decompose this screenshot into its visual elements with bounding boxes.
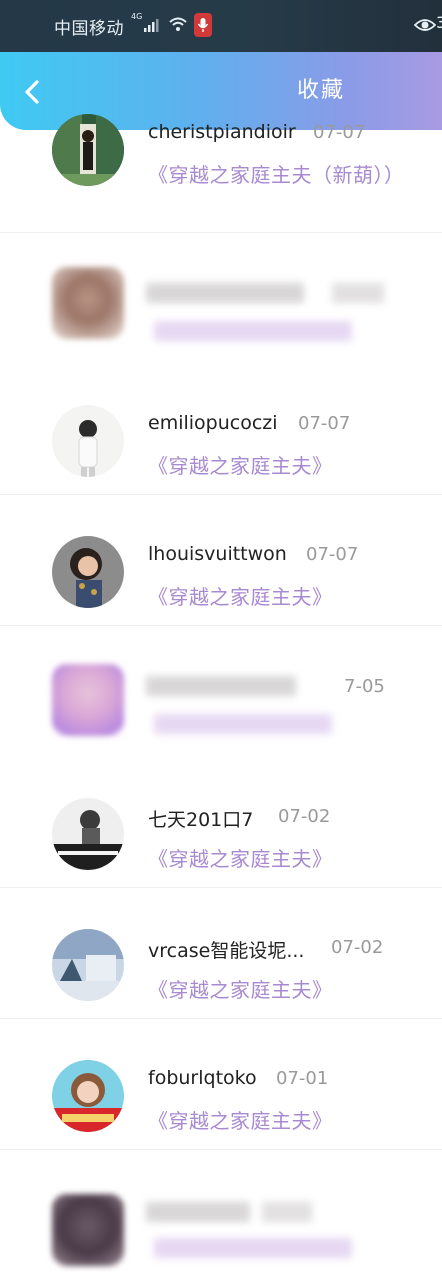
favorite-item-redacted[interactable]: 7-05 [0, 626, 442, 757]
username[interactable]: vrcase智能设坭... [148, 936, 304, 963]
status-bar: 中国移动 4G 3 [0, 0, 442, 52]
carrier-label: 中国移动 [54, 19, 124, 39]
username[interactable]: emiliopucoczi [148, 412, 278, 434]
redacted-avatar [52, 267, 124, 339]
favorite-item[interactable]: emiliopucoczi 07-07 《穿越之家庭主夫》 [0, 364, 442, 495]
username[interactable]: cheristpiandioir [148, 121, 296, 143]
redacted-book [154, 714, 332, 734]
wifi-icon [169, 17, 187, 31]
book-title-link[interactable]: 《穿越之家庭主夫（新葫）） [148, 159, 405, 188]
book-title-link[interactable]: 《穿越之家庭主夫》 [148, 450, 333, 479]
redacted-date [332, 283, 384, 303]
favorite-item[interactable]: foburlqtoko 07-01 《穿越之家庭主夫》 [0, 1019, 442, 1150]
user-avatar [52, 1060, 124, 1132]
favorite-item[interactable]: cheristpiandioir 07-07 《穿越之家庭主夫（新葫）） [0, 102, 442, 233]
favorite-date: 07-07 [313, 122, 366, 143]
redacted-avatar [52, 664, 124, 736]
favorite-date: 07-02 [278, 806, 331, 827]
redacted-name [146, 283, 304, 303]
redacted-name [146, 676, 296, 696]
eye-icon [414, 19, 436, 31]
book-title-link[interactable]: 《穿越之家庭主夫》 [148, 1105, 333, 1134]
redacted-avatar [52, 1194, 124, 1266]
username[interactable]: 七天201口7 [148, 805, 253, 832]
favorite-item[interactable]: lhouisvuittwon 07-07 《穿越之家庭主夫》 [0, 495, 442, 626]
microphone-recording-icon [194, 13, 212, 37]
favorite-date: 07-07 [298, 413, 351, 434]
redacted-book [154, 321, 352, 341]
favorite-item-redacted[interactable] [0, 233, 442, 364]
favorite-item-redacted[interactable] [0, 1150, 442, 1280]
username[interactable]: lhouisvuittwon [148, 543, 287, 565]
favorite-item[interactable]: 七天201口7 07-02 《穿越之家庭主夫》 [0, 757, 442, 888]
user-avatar [52, 798, 124, 870]
book-title-link[interactable]: 《穿越之家庭主夫》 [148, 581, 333, 610]
redacted-date [262, 1202, 312, 1222]
redacted-book [154, 1238, 352, 1258]
favorite-date: 07-07 [306, 544, 359, 565]
favorite-date: 07-01 [276, 1068, 329, 1089]
book-title-link[interactable]: 《穿越之家庭主夫》 [148, 843, 333, 872]
user-avatar [52, 405, 124, 477]
favorite-date: 07-02 [331, 937, 384, 958]
book-title-link[interactable]: 《穿越之家庭主夫》 [148, 974, 333, 1003]
favorite-item[interactable]: vrcase智能设坭... 07-02 《穿越之家庭主夫》 [0, 888, 442, 1019]
favorite-date: 7-05 [344, 676, 385, 697]
status-clipped-text: 3 [436, 13, 442, 32]
network-type-label: 4G [131, 12, 143, 21]
user-avatar [52, 114, 124, 186]
user-avatar [52, 929, 124, 1001]
signal-icon [144, 19, 159, 32]
username[interactable]: foburlqtoko [148, 1067, 257, 1089]
redacted-name [146, 1202, 250, 1222]
user-avatar [52, 536, 124, 608]
